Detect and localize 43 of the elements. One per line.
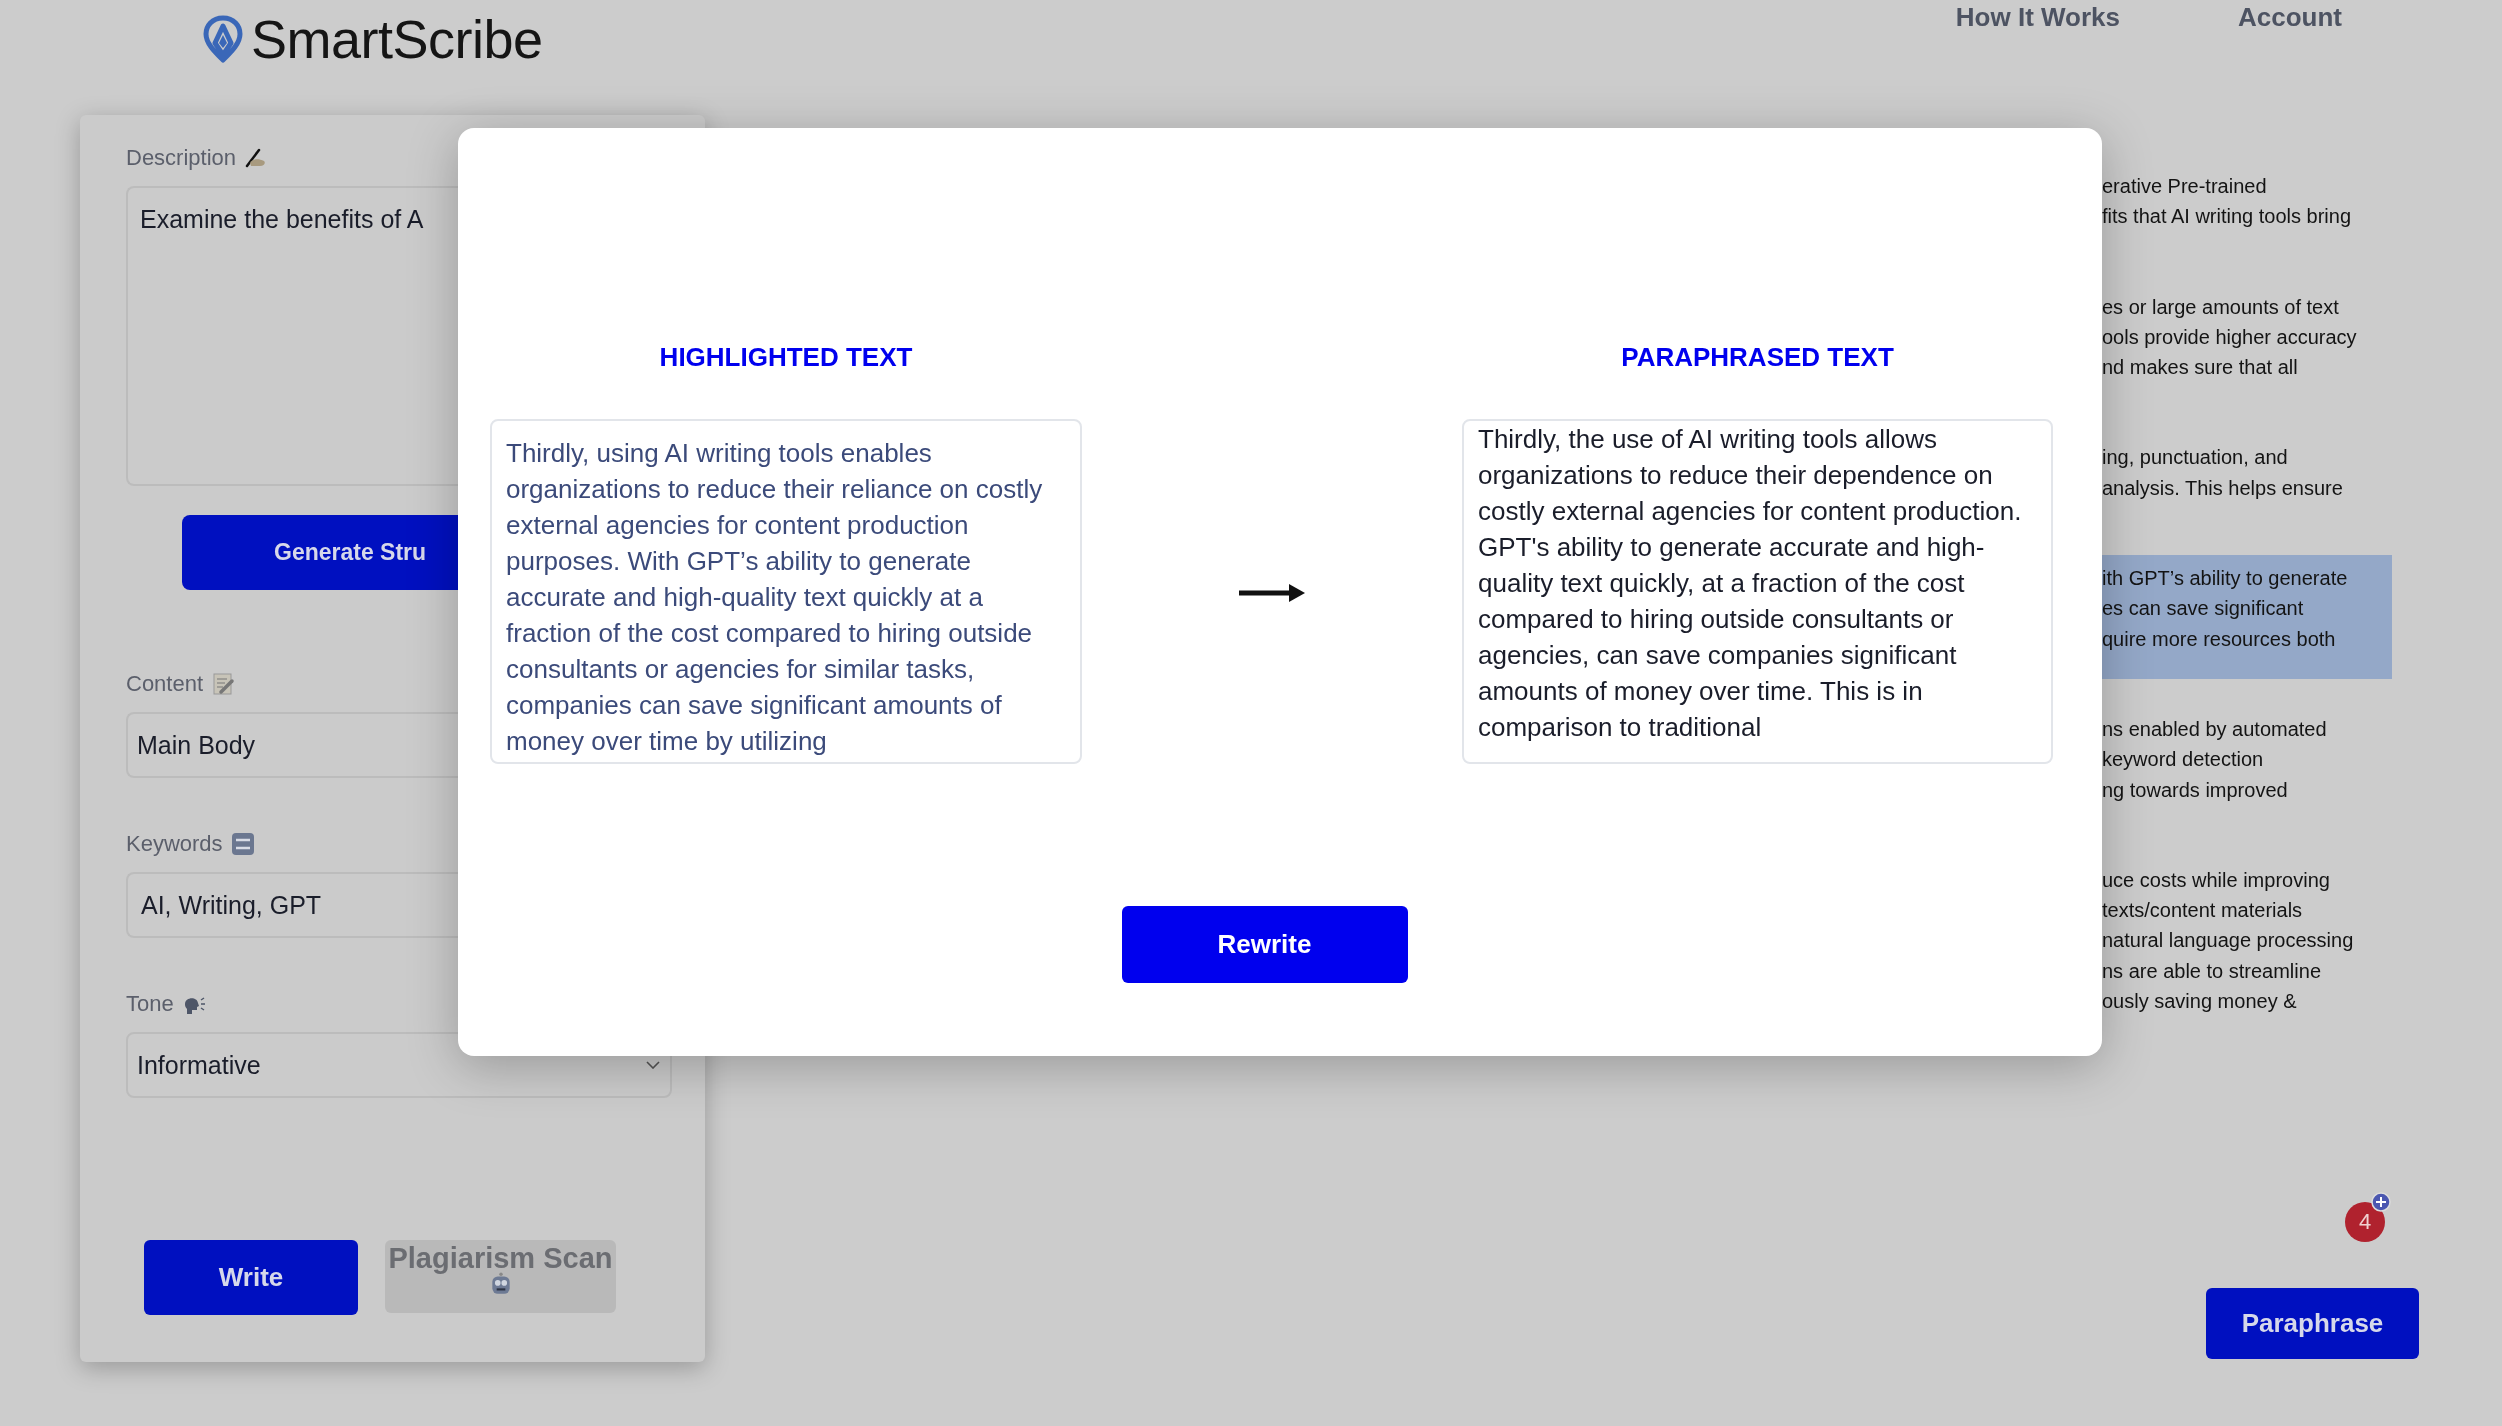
- logo-text[interactable]: SmartScribe: [251, 8, 543, 70]
- keywords-field[interactable]: AI, Writing, GPT: [126, 872, 458, 938]
- text-line: analysis. This helps ensure: [2102, 475, 2344, 501]
- memo-icon: [211, 672, 236, 696]
- text-line: ns enabled by automated: [2102, 716, 2328, 742]
- field-label: Tone: [126, 991, 174, 1017]
- text-line: erative Pre-trained: [2102, 174, 2268, 199]
- tone-value: Informative: [137, 1050, 261, 1080]
- logo-icon: [203, 15, 243, 63]
- text-line: ously saving money &: [2102, 989, 2298, 1015]
- highlighted-text-box[interactable]: Thirdly, using AI writing tools enables organizations to reduce their reliance on costly external agencies for content production purposes. With GPT’s ability to generate accurate and high-quality text quickly at a fraction of the cost compared to hiring outside consultants or agencies for similar tasks, companies can save significant amounts of money over time by utilizing: [490, 419, 1082, 764]
- text-line: ools provide higher accuracy: [2102, 324, 2358, 350]
- field-label: Description: [126, 145, 237, 171]
- field-label: Content: [126, 671, 204, 697]
- description-text: Examine the benefits of A: [140, 205, 424, 233]
- text-line: ing, punctuation, and: [2102, 445, 2289, 471]
- chevron-down-icon: [646, 1061, 660, 1069]
- paraphrase-button[interactable]: Paraphrase: [2206, 1288, 2419, 1359]
- nav-link[interactable]: Account: [2238, 2, 2342, 33]
- text-line: es can save significant: [2102, 596, 2305, 622]
- arrow-right-icon: [1237, 581, 1307, 604]
- nav-link[interactable]: How It Works: [1955, 2, 2120, 33]
- column-heading: PARAPHRASED TEXT: [1621, 341, 1894, 373]
- content-field[interactable]: Main Body: [126, 712, 458, 778]
- text-line: natural language processing: [2102, 928, 2355, 954]
- paraphrased-text-box[interactable]: Thirdly, the use of AI writing tools allows organizations to reduce their dependence on costly external agencies for content production. GPT's ability to generate accurate and high-quality text quickly, at a fraction of the cost compared to hiring outside consultants or agencies, can save companies significant amounts of money over time. This is in comparison to traditional: [1462, 419, 2053, 764]
- write-button[interactable]: Write: [144, 1240, 358, 1315]
- text-line: quire more resources both: [2102, 626, 2337, 652]
- column-heading: HIGHLIGHTED TEXT: [659, 341, 913, 373]
- text-line: texts/content materials: [2102, 898, 2304, 924]
- text-line: es or large amounts of text: [2102, 294, 2340, 320]
- text-line: ng towards improved: [2102, 777, 2289, 803]
- text-line: ith GPT’s ability to generate: [2102, 566, 2349, 592]
- field-label: Keywords: [126, 831, 223, 857]
- plus-icon[interactable]: [2371, 1192, 2391, 1212]
- notification-badge[interactable]: 4: [2345, 1202, 2385, 1242]
- rewrite-button[interactable]: Rewrite: [1121, 906, 1408, 983]
- text-line: uce costs while improving: [2102, 867, 2331, 893]
- text-line: nd makes sure that all: [2102, 355, 2299, 381]
- text-line: keyword detection: [2102, 747, 2265, 773]
- text-line: ns are able to streamline: [2102, 958, 2322, 984]
- text-line: fits that AI writing tools bring: [2102, 204, 2352, 230]
- generate-button[interactable]: Generate Stru: [182, 515, 458, 590]
